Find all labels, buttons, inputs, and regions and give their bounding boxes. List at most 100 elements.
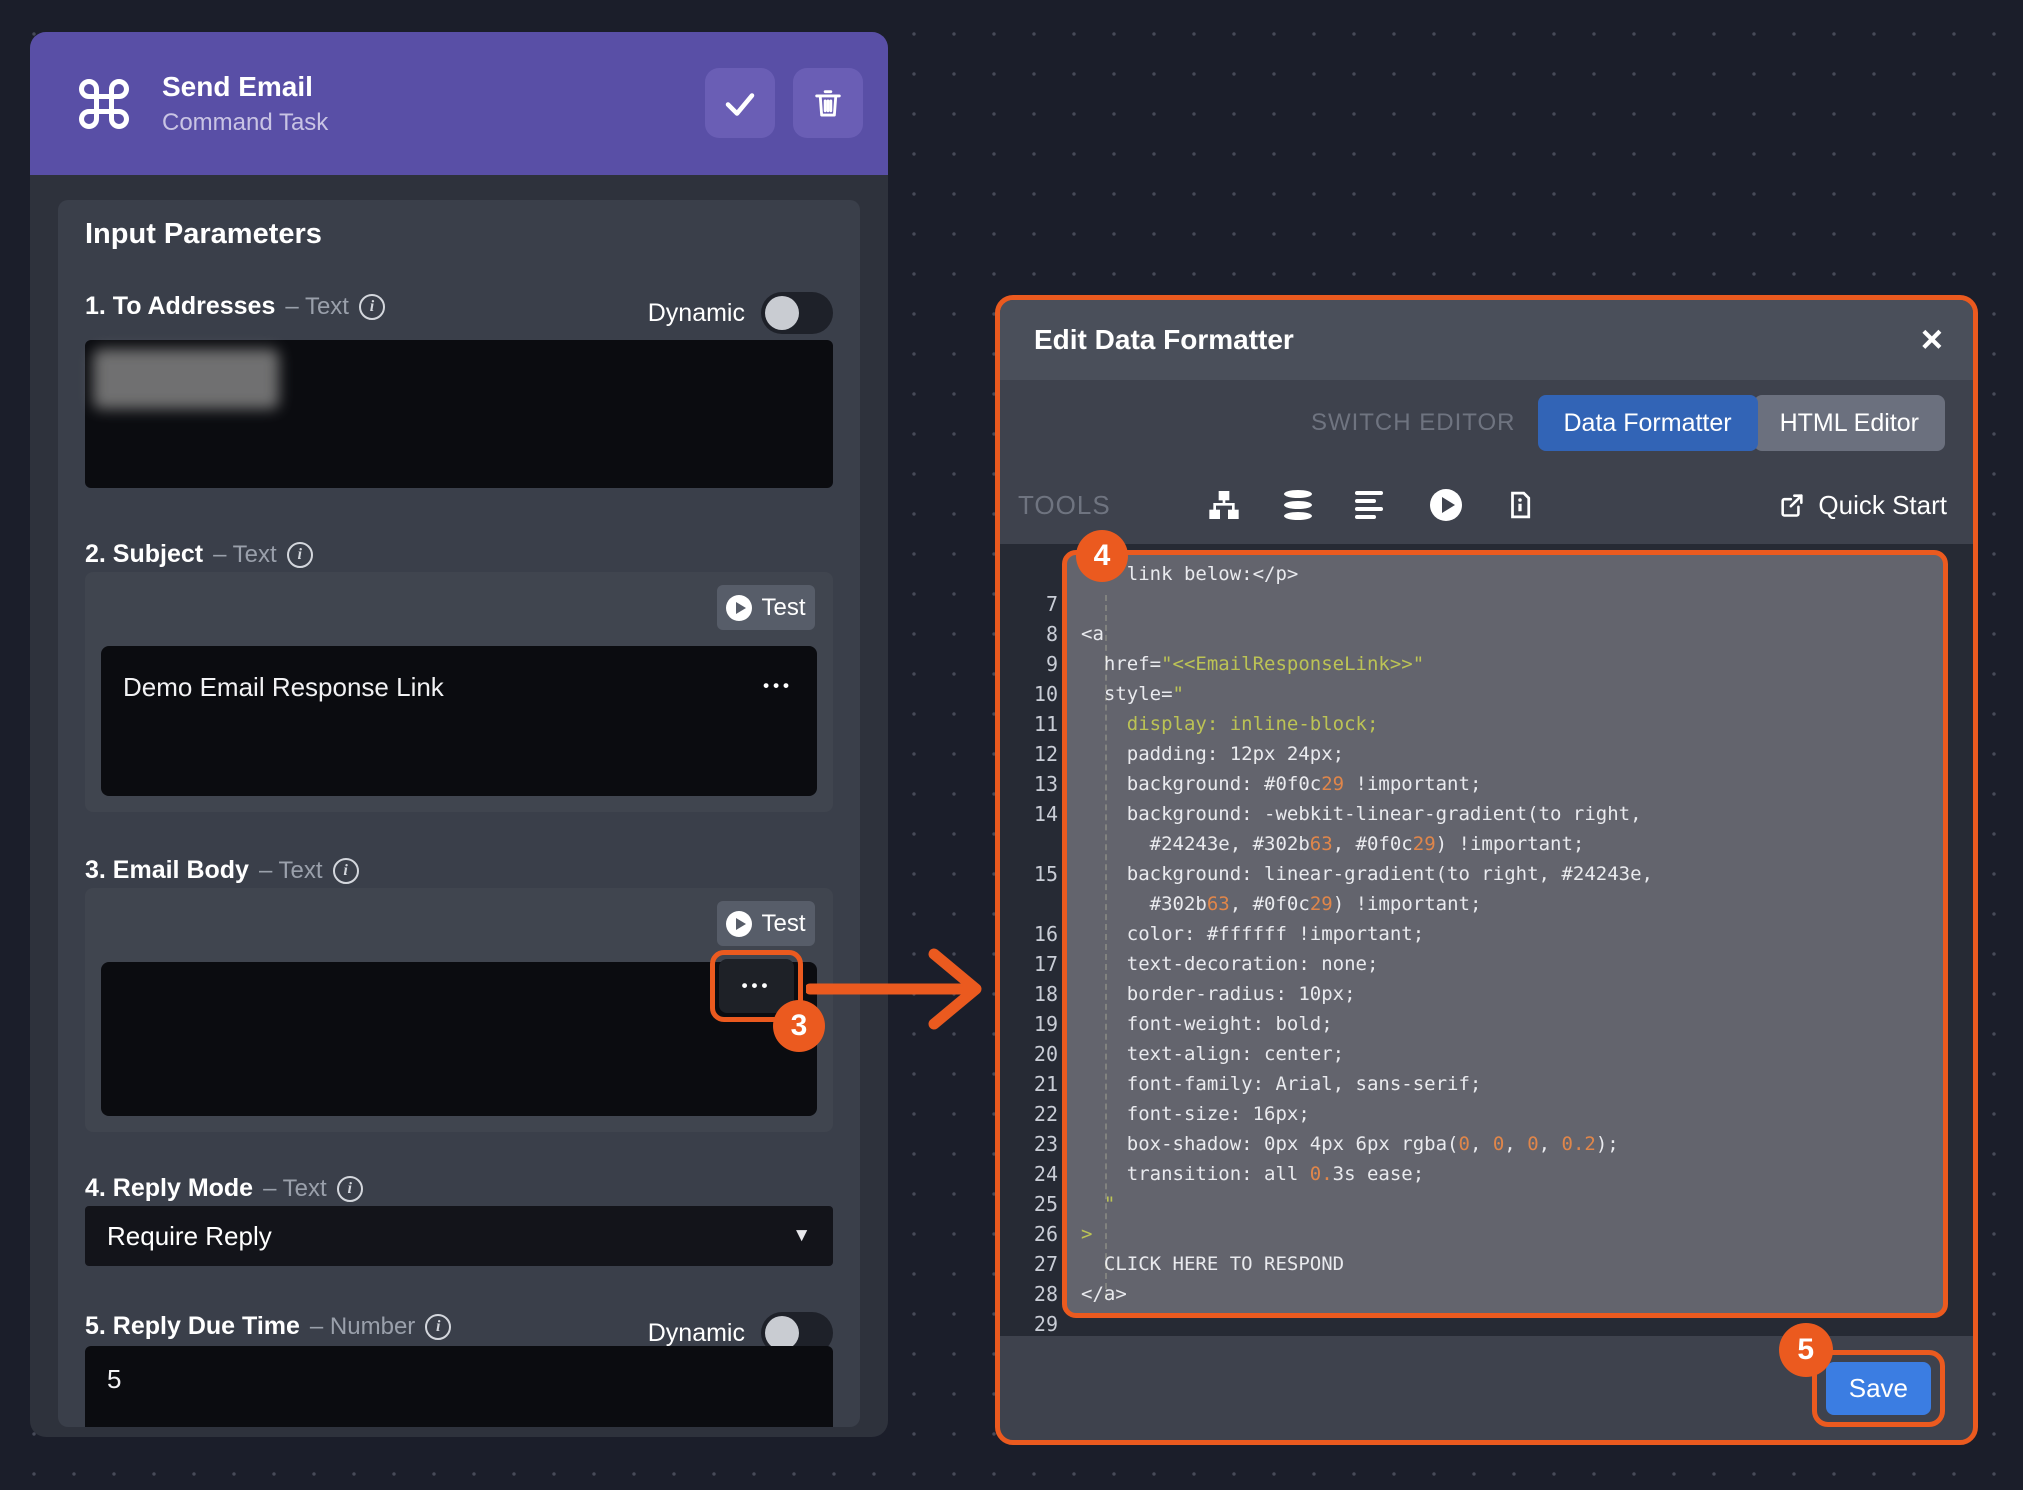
task-card-header: Send Email Command Task	[30, 32, 888, 175]
code-line: #302b63, #0f0c29) !important;	[1081, 889, 1943, 919]
info-icon[interactable]: i	[337, 1176, 363, 1202]
quick-start-button[interactable]: Quick Start	[1778, 490, 1947, 521]
line-number: 28	[1000, 1279, 1058, 1309]
section-title: Input Parameters	[85, 218, 322, 251]
dynamic-toggle[interactable]	[761, 292, 833, 334]
line-number: 26	[1000, 1219, 1058, 1249]
dynamic-control-to-addresses: Dynamic	[648, 292, 833, 334]
annotation-badge-3: 3	[773, 1000, 825, 1052]
code-line: text-align: center;	[1081, 1039, 1943, 1069]
tools-label: TOOLS	[1018, 490, 1111, 521]
close-icon[interactable]: ×	[1921, 321, 1943, 359]
tab-html-editor[interactable]: HTML Editor	[1754, 395, 1945, 451]
toggle-knob	[765, 296, 799, 330]
code-line: border-radius: 10px;	[1081, 979, 1943, 1009]
task-title: Send Email	[162, 71, 328, 103]
info-icon[interactable]: i	[359, 294, 385, 320]
subject-editor[interactable]: Demo Email Response Link •••	[101, 646, 817, 796]
code-line: color: #ffffff !important;	[1081, 919, 1943, 949]
code-lines: link below:</p> <a href="<<EmailResponseL…	[1081, 559, 1943, 1309]
play-circle-icon[interactable]	[1429, 488, 1463, 522]
external-link-icon	[1778, 491, 1806, 519]
line-number: 14	[1000, 799, 1058, 829]
editor-tabs: Data Formatter HTML Editor	[1538, 395, 1946, 451]
email-body-test-button[interactable]: Test	[717, 901, 815, 946]
code-line: transition: all 0.3s ease;	[1081, 1159, 1943, 1189]
line-number: 17	[1000, 949, 1058, 979]
code-line: background: -webkit-linear-gradient(to r…	[1081, 799, 1943, 829]
info-icon[interactable]: i	[425, 1314, 451, 1340]
code-line: font-weight: bold;	[1081, 1009, 1943, 1039]
field-label-reply-due-time: 5. Reply Due Time – Number i	[85, 1312, 451, 1341]
code-line: style="	[1081, 679, 1943, 709]
database-icon[interactable]	[1281, 488, 1315, 522]
code-line: font-size: 16px;	[1081, 1099, 1943, 1129]
line-number: 11	[1000, 709, 1058, 739]
code-line: link below:</p>	[1081, 559, 1943, 589]
info-icon[interactable]: i	[333, 858, 359, 884]
code-line: display: inline-block;	[1081, 709, 1943, 739]
modal-footer: Save 5	[1000, 1336, 1973, 1440]
tab-data-formatter[interactable]: Data Formatter	[1538, 395, 1758, 451]
redacted-email-chip	[93, 349, 279, 409]
save-button[interactable]: Save	[1826, 1362, 1931, 1415]
line-number: 24	[1000, 1159, 1058, 1189]
code-line: <a	[1081, 619, 1943, 649]
subject-test-button[interactable]: Test	[717, 585, 815, 630]
code-line: box-shadow: 0px 4px 6px rgba(0, 0, 0, 0.…	[1081, 1129, 1943, 1159]
step5-highlight-outline: Save 5	[1812, 1350, 1945, 1427]
line-number: 12	[1000, 739, 1058, 769]
modal-header: Edit Data Formatter ×	[1000, 300, 1973, 380]
canvas-background: Send Email Command Task Input Parameters	[0, 0, 2023, 1490]
info-icon[interactable]: i	[287, 542, 313, 568]
line-number: 29	[1000, 1309, 1058, 1339]
step3-arrow	[806, 944, 998, 1034]
to-addresses-input[interactable]	[85, 340, 833, 488]
line-number	[1000, 829, 1058, 859]
play-icon	[726, 911, 752, 937]
toggle-knob	[765, 1316, 799, 1350]
align-left-icon[interactable]	[1355, 488, 1389, 522]
line-number: 7	[1000, 589, 1058, 619]
input-parameters-panel: Input Parameters 1. To Addresses – Text …	[58, 200, 860, 1427]
file-info-icon[interactable]	[1503, 488, 1537, 522]
line-number: 10	[1000, 679, 1058, 709]
edit-data-formatter-modal: Edit Data Formatter × SWITCH EDITOR Data…	[995, 295, 1978, 1445]
code-line: #24243e, #302b63, #0f0c29) !important;	[1081, 829, 1943, 859]
line-number: 8	[1000, 619, 1058, 649]
code-line: href="<<EmailResponseLink>>"	[1081, 649, 1943, 679]
subject-options-button[interactable]: •••	[763, 676, 793, 696]
dropdown-caret-icon: ▼	[792, 1225, 811, 1247]
modal-title: Edit Data Formatter	[1034, 324, 1921, 356]
field-label-email-body: 3. Email Body – Text i	[85, 856, 359, 885]
sitemap-icon[interactable]	[1207, 488, 1241, 522]
subject-field-container: Test Demo Email Response Link •••	[85, 572, 833, 812]
code-line: text-decoration: none;	[1081, 949, 1943, 979]
subject-value: Demo Email Response Link	[123, 672, 444, 703]
code-line	[1081, 589, 1943, 619]
code-line: </a>	[1081, 1279, 1943, 1309]
delete-button[interactable]	[793, 68, 863, 138]
line-number	[1000, 559, 1058, 589]
line-number: 23	[1000, 1129, 1058, 1159]
tools-row: TOOLS Quick Start	[1000, 466, 1973, 544]
line-number: 9	[1000, 649, 1058, 679]
line-number: 13	[1000, 769, 1058, 799]
line-number: 18	[1000, 979, 1058, 1009]
step4-highlight-outline[interactable]: link below:</p> <a href="<<EmailResponseL…	[1062, 550, 1948, 1318]
line-number: 15	[1000, 859, 1058, 889]
reply-due-time-input[interactable]: 5	[85, 1346, 833, 1427]
command-icon	[74, 74, 134, 134]
play-icon	[726, 595, 752, 621]
check-icon	[722, 85, 758, 121]
code-line: background: #0f0c29 !important;	[1081, 769, 1943, 799]
trash-icon	[811, 86, 845, 120]
line-number	[1000, 889, 1058, 919]
code-editor: 7891011121314151617181920212223242526272…	[1000, 544, 1973, 1336]
line-number: 20	[1000, 1039, 1058, 1069]
line-number: 19	[1000, 1009, 1058, 1039]
confirm-button[interactable]	[705, 68, 775, 138]
annotation-badge-4: 4	[1076, 530, 1128, 582]
reply-mode-select[interactable]: Require Reply ▼	[85, 1206, 833, 1266]
field-label-reply-mode: 4. Reply Mode – Text i	[85, 1174, 363, 1203]
